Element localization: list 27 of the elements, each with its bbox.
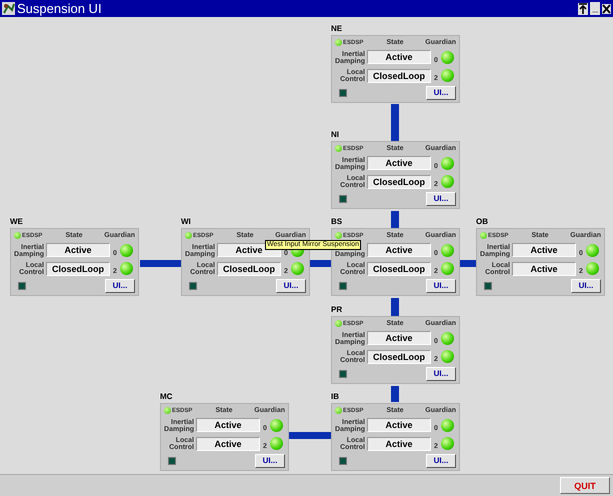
state-field: ClosedLoop: [217, 262, 281, 276]
node-title: OB: [476, 217, 488, 227]
state-field: Active: [367, 436, 431, 451]
state-field: ClosedLoop: [46, 262, 110, 276]
state-field: Active: [512, 262, 576, 276]
window-title: Suspension UI: [17, 0, 102, 16]
state-field: Active: [46, 243, 110, 258]
state-field: Active: [196, 436, 260, 451]
node-title: WI: [181, 217, 191, 227]
state-field: Active: [512, 243, 576, 258]
node-title: NI: [331, 130, 339, 140]
state-field: ClosedLoop: [367, 262, 431, 276]
state-field: Active: [367, 243, 431, 258]
state-field: ClosedLoop: [367, 174, 431, 189]
node-title: PR: [331, 305, 342, 315]
state-field: ClosedLoop: [367, 68, 431, 83]
node-title: MC: [160, 392, 172, 402]
state-field: ClosedLoop: [367, 350, 431, 364]
node-title: IB: [331, 392, 339, 402]
state-field: Active: [196, 418, 260, 432]
node-title: NE: [331, 24, 342, 34]
state-field: Active: [367, 50, 431, 64]
node-title: WE: [10, 217, 23, 227]
node-title: BS: [331, 217, 342, 227]
state-field: Active: [367, 331, 431, 346]
state-field: Active: [367, 418, 431, 432]
state-field: Active: [367, 156, 431, 170]
